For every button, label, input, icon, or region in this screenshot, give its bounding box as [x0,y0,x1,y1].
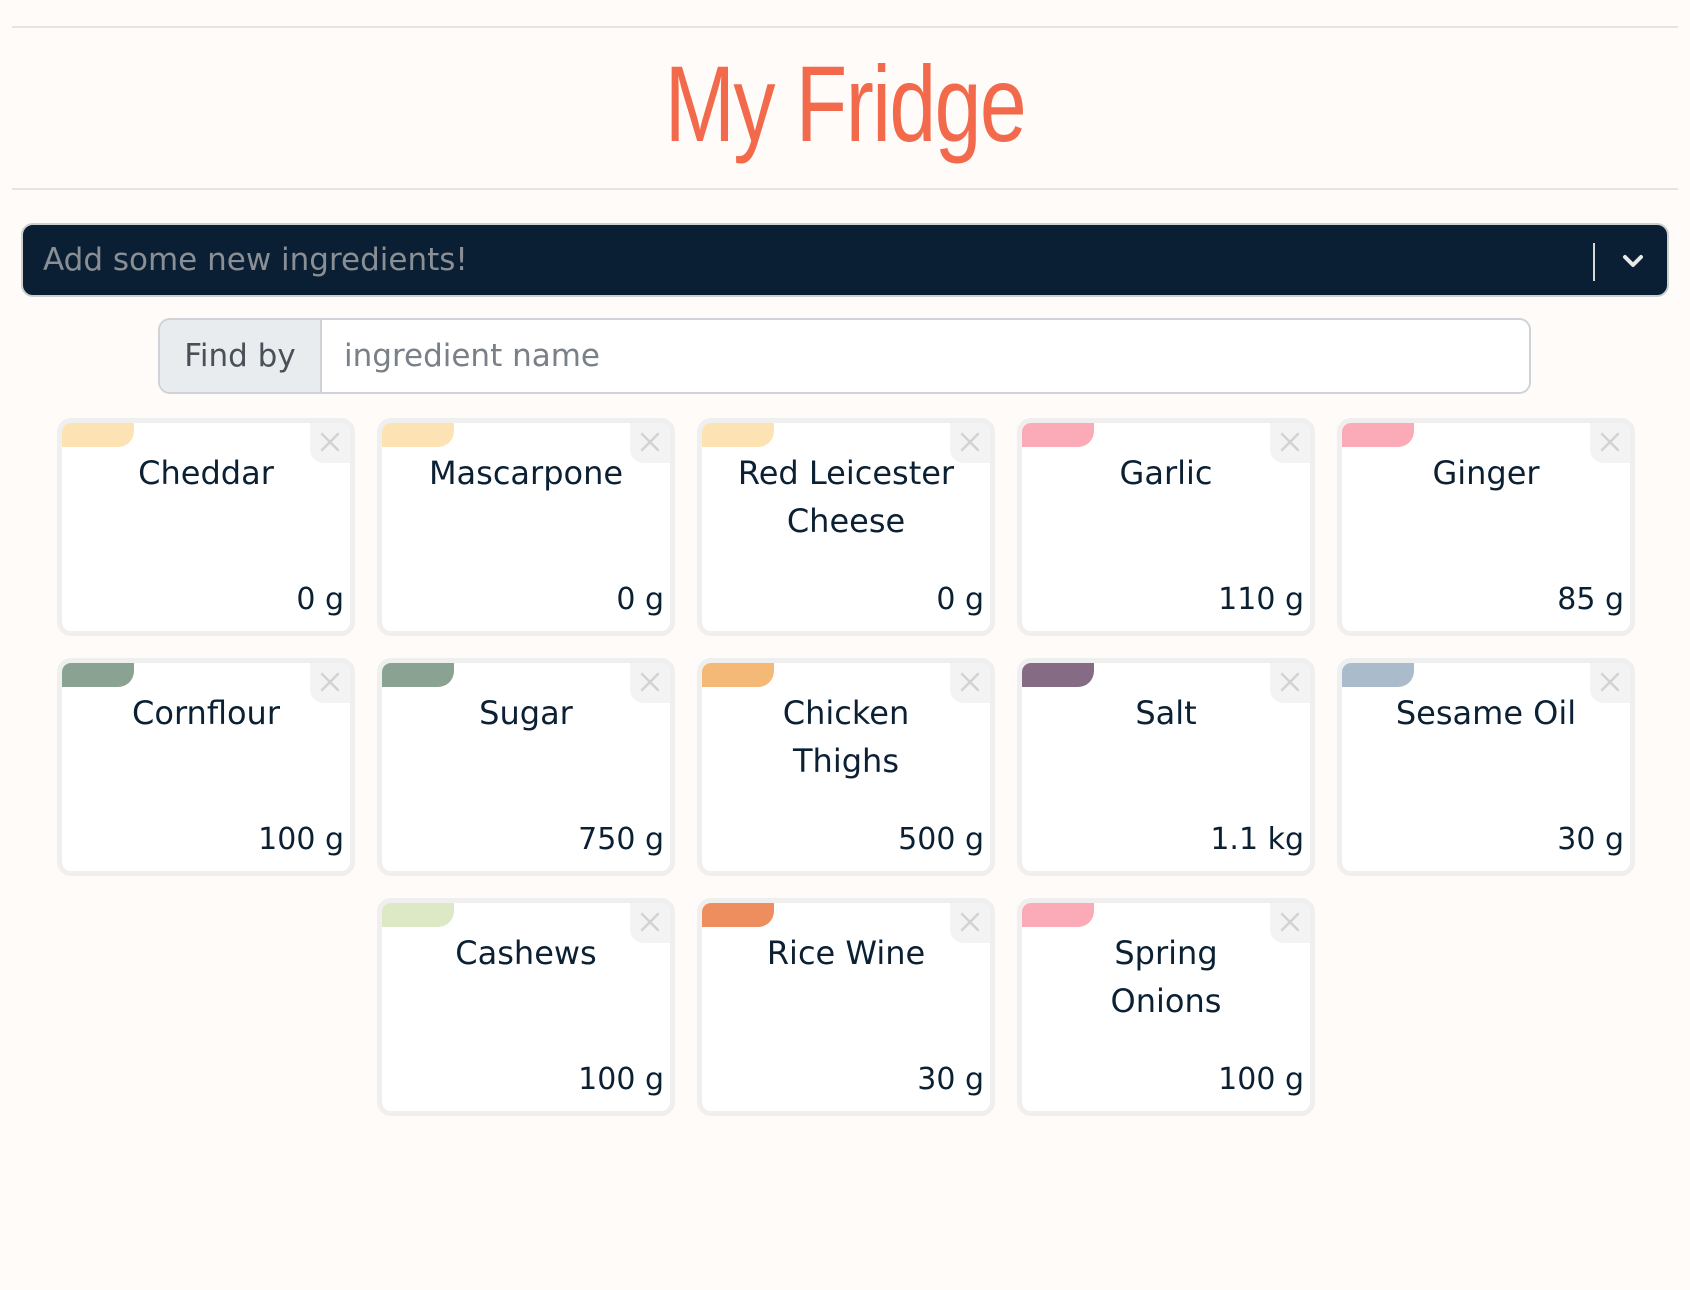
category-tag [1022,903,1094,927]
remove-ingredient-button[interactable] [310,423,350,463]
ingredient-card[interactable]: Cheddar 0 g [57,418,355,636]
ingredient-card[interactable]: Rice Wine 30 g [697,898,995,1116]
ingredient-quantity: 500 g [898,822,984,857]
ingredient-quantity: 85 g [1557,582,1624,617]
ingredient-name: Cashews [455,934,597,972]
category-tag [382,423,454,447]
ingredient-name: Garlic [1119,454,1213,492]
close-icon [320,672,340,692]
remove-ingredient-button[interactable] [310,663,350,703]
ingredient-card[interactable]: Cornflour 100 g [57,658,355,876]
close-icon [1280,672,1300,692]
ingredient-card[interactable]: Garlic 110 g [1017,418,1315,636]
category-tag [1342,663,1414,687]
category-tag [62,423,134,447]
search-label: Find by [160,320,322,392]
close-icon [640,912,660,932]
category-tag [382,663,454,687]
remove-ingredient-button[interactable] [630,903,670,943]
category-tag [382,903,454,927]
ingredient-quantity: 110 g [1218,582,1304,617]
add-ingredients-select[interactable]: Add some new ingredients! [21,223,1669,297]
category-tag [702,903,774,927]
ingredient-card[interactable]: Ginger 85 g [1337,418,1635,636]
remove-ingredient-button[interactable] [950,903,990,943]
close-icon [640,672,660,692]
remove-ingredient-button[interactable] [1590,423,1630,463]
category-tag [62,663,134,687]
close-icon [1280,912,1300,932]
ingredient-name: Salt [1135,694,1197,732]
close-icon [960,432,980,452]
ingredient-quantity: 100 g [1218,1062,1304,1097]
ingredient-quantity: 0 g [296,582,344,617]
header-bottom-divider [12,188,1678,190]
category-tag [1022,423,1094,447]
close-icon [1280,432,1300,452]
close-icon [1600,432,1620,452]
ingredient-card[interactable]: Chicken Thighs 500 g [697,658,995,876]
close-icon [640,432,660,452]
remove-ingredient-button[interactable] [1270,903,1310,943]
ingredient-name: Cornflour [132,694,280,732]
remove-ingredient-button[interactable] [630,663,670,703]
ingredient-name: Sugar [479,694,573,732]
close-icon [960,912,980,932]
ingredient-card[interactable]: Sesame Oil 30 g [1337,658,1635,876]
ingredient-name: Sesame Oil [1395,694,1577,732]
ingredient-quantity: 100 g [258,822,344,857]
ingredient-name: Red Leicester Cheese [737,454,955,540]
category-tag [1342,423,1414,447]
ingredient-quantity: 1.1 kg [1210,822,1304,857]
ingredient-name: Rice Wine [766,934,926,972]
ingredient-card[interactable]: Red Leicester Cheese 0 g [697,418,995,636]
remove-ingredient-button[interactable] [1270,663,1310,703]
ingredient-card[interactable]: Salt 1.1 kg [1017,658,1315,876]
remove-ingredient-button[interactable] [1590,663,1630,703]
close-icon [960,672,980,692]
chevron-down-icon[interactable] [1617,245,1649,277]
close-icon [320,432,340,452]
ingredient-name: Spring Onions [1110,934,1222,1020]
ingredient-card[interactable]: Cashews 100 g [377,898,675,1116]
search-group: Find by [158,318,1531,394]
ingredient-name: Mascarpone [428,454,624,492]
category-tag [702,423,774,447]
ingredient-card[interactable]: Mascarpone 0 g [377,418,675,636]
ingredient-card[interactable]: Spring Onions 100 g [1017,898,1315,1116]
ingredient-quantity: 0 g [936,582,984,617]
ingredient-quantity: 100 g [578,1062,664,1097]
ingredient-quantity: 0 g [616,582,664,617]
header-top-divider [12,26,1678,28]
ingredient-quantity: 30 g [1557,822,1624,857]
ingredient-card[interactable]: Sugar 750 g [377,658,675,876]
close-icon [1600,672,1620,692]
ingredient-quantity: 30 g [917,1062,984,1097]
remove-ingredient-button[interactable] [1270,423,1310,463]
ingredient-name: Chicken Thighs [782,694,910,780]
ingredient-name: Cheddar [138,454,274,492]
select-divider [1593,243,1595,281]
add-ingredients-placeholder: Add some new ingredients! [43,242,468,278]
category-tag [1022,663,1094,687]
category-tag [702,663,774,687]
ingredient-name: Ginger [1432,454,1540,492]
ingredient-quantity: 750 g [578,822,664,857]
remove-ingredient-button[interactable] [630,423,670,463]
remove-ingredient-button[interactable] [950,663,990,703]
search-input[interactable] [322,320,1529,392]
remove-ingredient-button[interactable] [950,423,990,463]
page-title: My Fridge [664,43,1027,164]
